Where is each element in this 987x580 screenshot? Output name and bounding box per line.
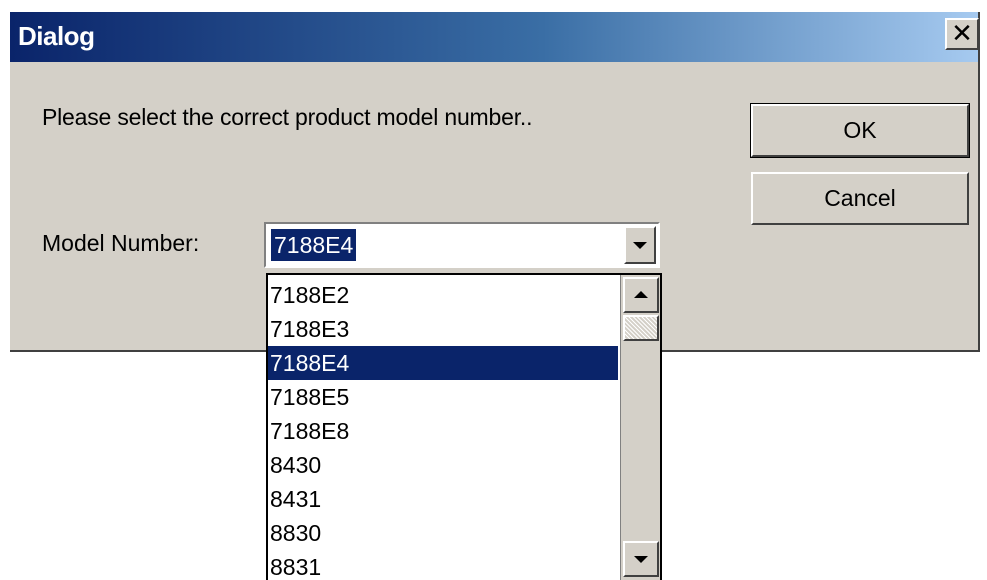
ok-button-label: OK (843, 117, 877, 143)
scroll-up-button[interactable] (623, 277, 659, 313)
scroll-up-arrow-icon (634, 291, 648, 298)
dropdown-option[interactable]: 7188E4 (268, 346, 618, 380)
cancel-button-label: Cancel (824, 185, 896, 211)
scrollbar-track[interactable] (623, 343, 659, 539)
combobox-dropdown-button[interactable] (624, 226, 656, 264)
dropdown-option[interactable]: 8430 (268, 448, 618, 482)
dialog-title: Dialog (18, 21, 95, 51)
close-icon: ✕ (951, 19, 973, 49)
dropdown-scrollbar[interactable] (620, 275, 660, 580)
scrollbar-thumb[interactable] (623, 315, 659, 341)
ok-button[interactable]: OK (750, 103, 970, 158)
scroll-down-arrow-icon (634, 556, 648, 563)
close-button[interactable]: ✕ (945, 18, 979, 50)
dropdown-option[interactable]: 7188E3 (268, 312, 618, 346)
dropdown-option[interactable]: 8831 (268, 550, 618, 580)
chevron-down-icon (633, 242, 647, 249)
dropdown-option[interactable]: 7188E8 (268, 414, 618, 448)
instruction-text: Please select the correct product model … (42, 104, 533, 130)
combobox-selected-value[interactable]: 7188E4 (271, 229, 357, 261)
dropdown-option[interactable]: 8830 (268, 516, 618, 550)
title-bar[interactable]: Dialog ✕ (10, 12, 979, 62)
scroll-down-button[interactable] (623, 541, 659, 577)
model-number-combobox[interactable]: 7188E4 (264, 222, 660, 268)
dropdown-options: 7188E2 7188E3 7188E4 7188E5 7188E8 8430 8431 88… (268, 278, 618, 580)
cancel-button[interactable]: Cancel (751, 172, 969, 225)
dropdown-option[interactable]: 7188E2 (268, 278, 618, 312)
dropdown-option[interactable]: 8431 (268, 482, 618, 516)
model-number-dropdown-list[interactable]: 7188E2 7188E3 7188E4 7188E5 7188E8 8430 8431 88… (266, 273, 662, 580)
dropdown-option[interactable]: 7188E5 (268, 380, 618, 414)
model-number-label: Model Number: (42, 230, 200, 256)
